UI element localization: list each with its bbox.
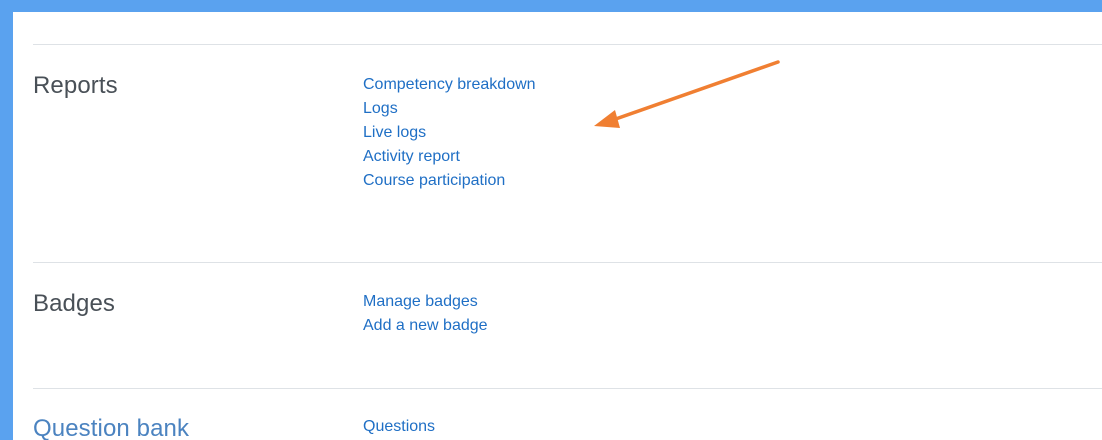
course-administration-panel: Reports Competency breakdown Logs Live l… [13,12,1102,440]
link-competency-breakdown[interactable]: Competency breakdown [363,73,536,97]
link-activity-report[interactable]: Activity report [363,145,536,169]
link-logs[interactable]: Logs [363,97,536,121]
badges-links: Manage badges Add a new badge [363,290,488,338]
reports-links: Competency breakdown Logs Live logs Acti… [363,73,536,193]
link-add-new-badge[interactable]: Add a new badge [363,314,488,338]
link-questions[interactable]: Questions [363,415,435,439]
question-bank-links: Questions [363,415,435,439]
link-course-participation[interactable]: Course participation [363,169,536,193]
link-manage-badges[interactable]: Manage badges [363,290,488,314]
reports-heading: Reports [33,72,118,99]
section-divider [33,44,1102,45]
section-divider [33,262,1102,263]
section-divider [33,388,1102,389]
question-bank-heading[interactable]: Question bank [33,415,189,440]
link-live-logs[interactable]: Live logs [363,121,536,145]
badges-heading: Badges [33,290,115,317]
